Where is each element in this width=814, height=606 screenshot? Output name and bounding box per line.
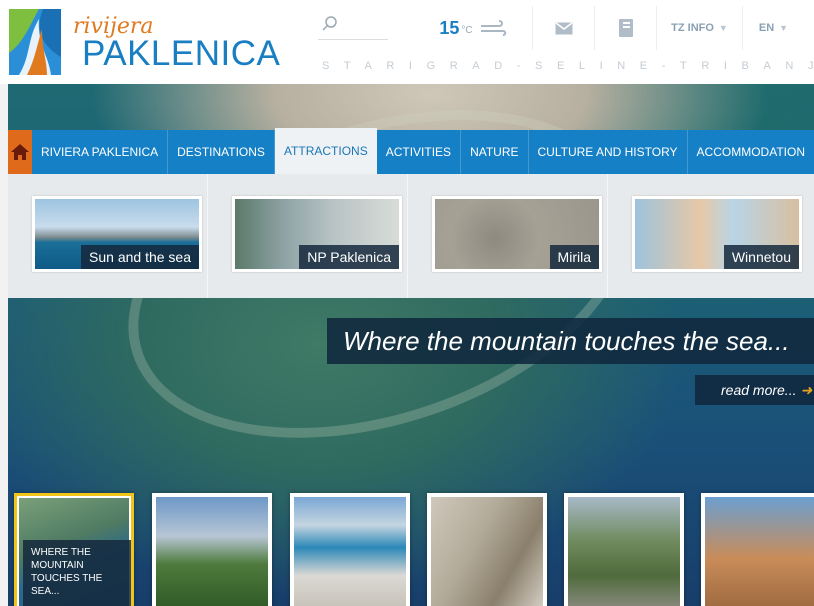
slider-thumb-image (568, 497, 680, 606)
slider-thumbnails: WHERE THE MOUNTAIN TOUCHES THE SEA... (0, 490, 814, 606)
slider-thumb[interactable] (701, 493, 814, 606)
brochure-button[interactable] (594, 6, 656, 50)
slider-thumb[interactable] (152, 493, 272, 606)
np-paklenica-image[interactable]: NP Paklenica (232, 196, 402, 272)
mirila-image[interactable]: Mirila (432, 196, 602, 272)
temperature-value: 15 (439, 17, 460, 38)
chevron-down-icon: ▼ (718, 23, 728, 33)
slider-thumb[interactable] (427, 493, 547, 606)
dropdown-item[interactable]: Winnetou (608, 174, 808, 298)
slider-thumb-image (156, 497, 268, 606)
logo-main-text[interactable]: PAKLENICA (82, 34, 280, 74)
search-icon[interactable] (322, 16, 338, 32)
logo-icon[interactable] (9, 9, 61, 75)
tagline: STARIGRAD-SELINE-TRIBANJ (322, 60, 814, 72)
hero-slogan: Where the mountain touches the sea... (327, 318, 814, 364)
attractions-dropdown: Sun and the sea NP Paklenica Mirila Winn… (8, 174, 814, 298)
nav-item-accommodation[interactable]: ACCOMMODATION (688, 130, 814, 174)
slider-thumb-caption: WHERE THE MOUNTAIN TOUCHES THE SEA... (23, 540, 131, 606)
main-nav: RIVIERA PAKLENICA DESTINATIONS ATTRACTIO… (8, 128, 814, 174)
slider-thumb-image (294, 497, 406, 606)
arrow-right-icon: ➜ (800, 382, 813, 398)
home-button[interactable] (8, 130, 32, 174)
nav-item-activities[interactable]: ACTIVITIES (377, 130, 462, 174)
weather-widget[interactable]: 15 °C (414, 6, 532, 50)
slider-thumb-image (705, 497, 814, 606)
wind-icon (480, 20, 506, 36)
nav-item-riviera-paklenica[interactable]: RIVIERA PAKLENICA (32, 130, 169, 174)
slider-thumb[interactable] (290, 493, 410, 606)
read-more-link[interactable]: read more... ➜ (695, 375, 814, 405)
tz-info-label: TZ INFO (671, 22, 714, 34)
chevron-down-icon: ▼ (779, 23, 789, 33)
sun-and-sea-image[interactable]: Sun and the sea (32, 196, 202, 272)
header-tools: 15 °C TZ INFO ▼ EN ▼ (414, 6, 804, 50)
mail-icon (555, 21, 572, 34)
slider-thumb-active[interactable]: WHERE THE MOUNTAIN TOUCHES THE SEA... (14, 493, 134, 606)
slider-thumb-image (431, 497, 543, 606)
language-selector[interactable]: EN ▼ (742, 6, 804, 50)
home-icon (10, 144, 29, 160)
winnetou-image[interactable]: Winnetou (632, 196, 802, 272)
nav-item-destinations[interactable]: DESTINATIONS (168, 130, 275, 174)
nav-item-attractions[interactable]: ATTRACTIONS (274, 128, 377, 174)
nav-item-culture-and-history[interactable]: CULTURE AND HISTORY (529, 130, 688, 174)
mail-button[interactable] (532, 6, 594, 50)
nav-item-nature[interactable]: NATURE (461, 130, 529, 174)
book-icon (618, 19, 633, 37)
dropdown-item-label[interactable]: NP Paklenica (299, 245, 399, 269)
dropdown-item-label[interactable]: Sun and the sea (81, 245, 199, 269)
site-header: rivijera PAKLENICA 15 °C TZ INFO ▼ EN ▼ … (0, 0, 814, 84)
tz-info-menu[interactable]: TZ INFO ▼ (656, 6, 742, 50)
dropdown-item[interactable]: Mirila (408, 174, 608, 298)
search-input[interactable] (318, 12, 388, 40)
dropdown-item[interactable]: Sun and the sea (8, 174, 208, 298)
read-more-label: read more... (721, 382, 797, 398)
temperature-unit: °C (461, 24, 473, 36)
page: rivijera PAKLENICA 15 °C TZ INFO ▼ EN ▼ … (0, 0, 814, 606)
language-label: EN (758, 22, 775, 34)
slider-thumb[interactable] (564, 493, 684, 606)
dropdown-item[interactable]: NP Paklenica (208, 174, 408, 298)
dropdown-item-label[interactable]: Mirila (549, 245, 599, 269)
dropdown-item-label[interactable]: Winnetou (723, 245, 799, 269)
